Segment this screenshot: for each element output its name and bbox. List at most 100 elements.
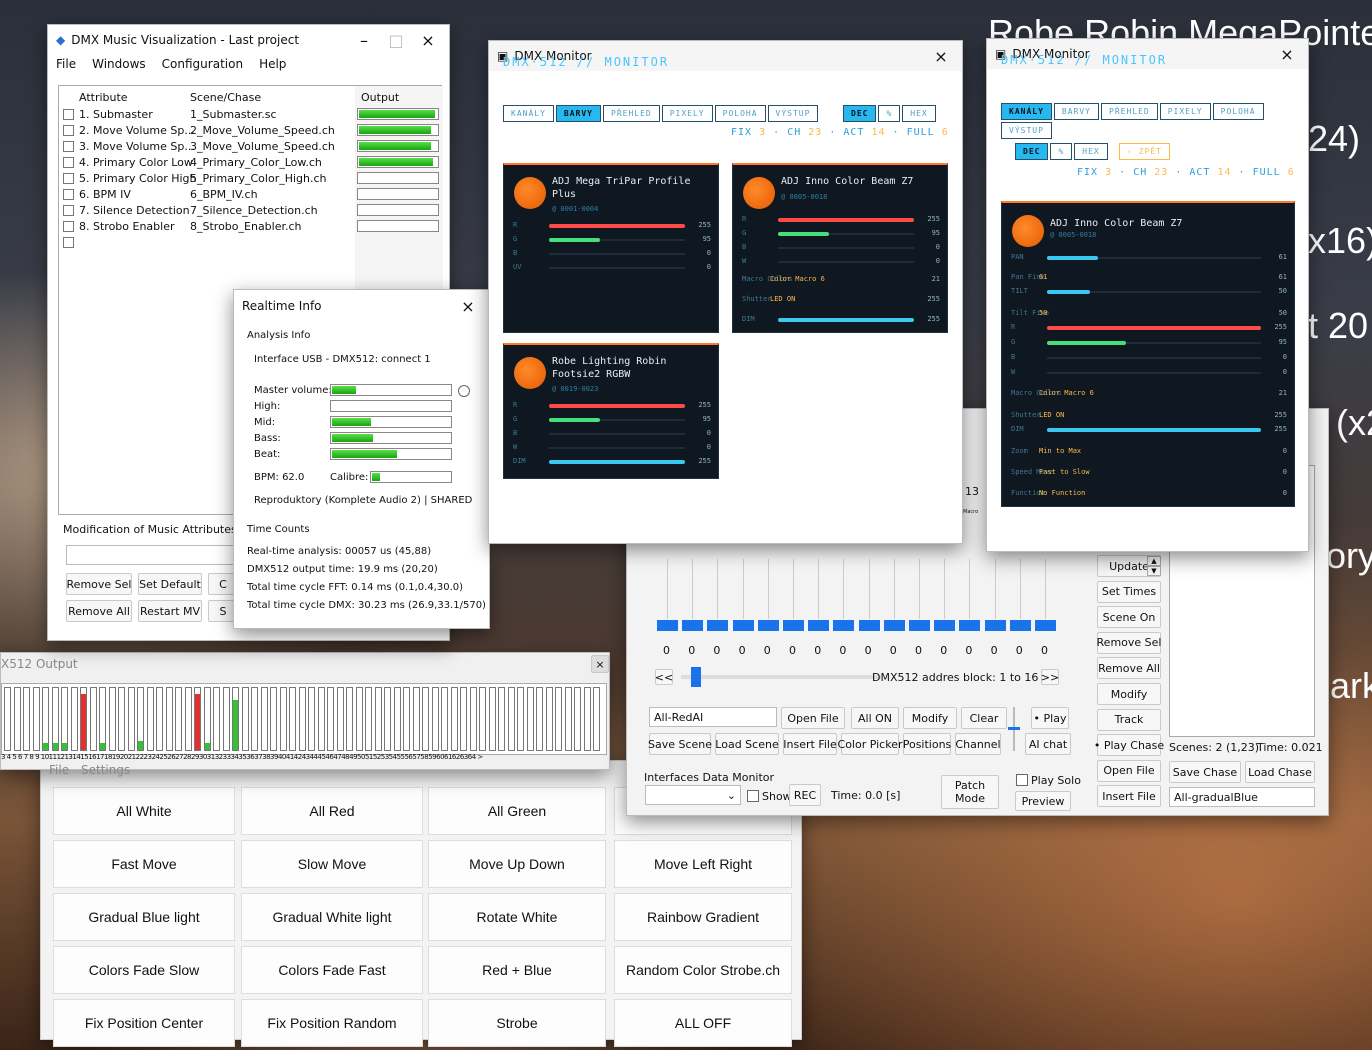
side-button[interactable]: Set Times: [1097, 580, 1161, 603]
maximize-icon[interactable]: □: [383, 31, 409, 50]
row-checkbox[interactable]: [63, 173, 74, 184]
mon1-tab[interactable]: BARVY: [555, 105, 601, 122]
format-tab[interactable]: HEX: [1074, 143, 1108, 160]
fader-thumb[interactable]: [909, 620, 930, 632]
format-tab[interactable]: DEC: [1015, 143, 1049, 160]
chase-name-field[interactable]: All-gradualBlue: [1169, 787, 1315, 807]
load-chase-button[interactable]: Load Chase: [1245, 761, 1315, 783]
fader-thumb[interactable]: [682, 620, 704, 632]
action-button[interactable]: Modify: [903, 707, 957, 729]
side-button[interactable]: Insert File: [1097, 785, 1161, 808]
action-button[interactable]: Save Scene: [648, 733, 712, 755]
address-slider-thumb[interactable]: [691, 667, 701, 687]
mon1-tab[interactable]: VÝSTUP: [767, 105, 819, 122]
side-button[interactable]: Remove All: [1097, 657, 1161, 680]
mon1-tab[interactable]: PŘEHLED: [603, 105, 660, 122]
fader-thumb[interactable]: [833, 620, 855, 632]
mon2-tab[interactable]: PIXELY: [1159, 103, 1211, 120]
menu-configuration[interactable]: Configuration: [162, 57, 243, 71]
show-checkbox[interactable]: [747, 790, 759, 802]
scene-toggle-button[interactable]: Random Color Strobe.ch: [614, 946, 792, 994]
master-slider[interactable]: [1008, 707, 1020, 751]
preview-button[interactable]: Preview: [1015, 791, 1071, 811]
scene-toggle-button[interactable]: Move Up Down: [428, 840, 606, 888]
fader-thumb[interactable]: [858, 620, 880, 632]
action-button[interactable]: Insert File: [783, 733, 837, 755]
menu-help[interactable]: Help: [259, 57, 286, 71]
mon2-tab[interactable]: VÝSTUP: [1001, 122, 1052, 139]
mon1-tab[interactable]: POLOHA: [714, 105, 766, 122]
dmx-output-menu-settings[interactable]: Settings: [81, 763, 130, 777]
scene-toggle-button[interactable]: Fix Position Center: [53, 999, 235, 1047]
row-checkbox[interactable]: [63, 109, 74, 120]
fader-thumb[interactable]: [1009, 620, 1031, 632]
address-slider[interactable]: [681, 667, 881, 687]
row-checkbox[interactable]: [63, 237, 74, 248]
side-button[interactable]: Remove Sel: [1097, 631, 1161, 654]
action-button[interactable]: All ON: [851, 707, 899, 729]
close-icon[interactable]: ×: [455, 297, 481, 316]
row-checkbox[interactable]: [63, 141, 74, 152]
scene-toggle-button[interactable]: Red + Blue: [428, 946, 606, 994]
row-checkbox[interactable]: [63, 221, 74, 232]
nav-left-button[interactable]: <<: [655, 669, 673, 685]
back-button[interactable]: ‹ ZPĚT: [1119, 143, 1170, 160]
restart-mv-button[interactable]: Restart MV: [138, 600, 202, 622]
scene-toggle-button[interactable]: All Red: [241, 787, 423, 835]
action-button[interactable]: Clear: [961, 707, 1007, 729]
iface-select[interactable]: ⌄: [645, 785, 741, 805]
scene-toggle-button[interactable]: ALL OFF: [614, 999, 792, 1047]
action-button[interactable]: • Play: [1031, 707, 1069, 729]
side-button[interactable]: Modify: [1097, 683, 1161, 705]
side-button[interactable]: • Play Chase: [1094, 734, 1164, 757]
fader-thumb[interactable]: [808, 620, 830, 632]
minimize-icon[interactable]: –: [351, 31, 377, 50]
mon2-tab[interactable]: KANÁLY: [1001, 103, 1052, 120]
format-tab[interactable]: %: [878, 105, 901, 122]
scene-toggle-button[interactable]: Rotate White: [428, 893, 606, 941]
patch-mode-button[interactable]: Patch Mode: [941, 775, 999, 809]
format-tab[interactable]: %: [1050, 143, 1073, 160]
close-icon[interactable]: ×: [415, 31, 441, 50]
fader-thumb[interactable]: [984, 620, 1006, 632]
scene-toggle-button[interactable]: Gradual White light: [241, 893, 423, 941]
scene-toggle-button[interactable]: Colors Fade Slow: [53, 946, 235, 994]
save-chase-button[interactable]: Save Chase: [1169, 761, 1241, 783]
menu-file[interactable]: File: [56, 57, 76, 71]
fader-thumb[interactable]: [732, 620, 754, 632]
spin-up-icon[interactable]: ▲: [1147, 556, 1161, 566]
action-button[interactable]: Open File: [781, 707, 845, 729]
fader-thumb[interactable]: [657, 620, 678, 632]
fader-thumb[interactable]: [783, 620, 804, 632]
action-button[interactable]: Positions: [903, 733, 951, 755]
mon2-tab[interactable]: BARVY: [1053, 103, 1099, 120]
row-checkbox[interactable]: [63, 157, 74, 168]
rec-button[interactable]: REC: [789, 784, 821, 806]
close-icon[interactable]: ×: [928, 47, 954, 66]
scene-toggle-button[interactable]: Strobe: [428, 999, 606, 1047]
format-tab[interactable]: HEX: [902, 105, 936, 122]
mon2-tab[interactable]: PŘEHLED: [1101, 103, 1158, 120]
side-button[interactable]: Track: [1097, 708, 1161, 731]
action-button[interactable]: Channel: [955, 733, 1001, 755]
side-button[interactable]: Scene On: [1097, 606, 1161, 629]
row-checkbox[interactable]: [63, 189, 74, 200]
action-button[interactable]: Color Picker: [838, 733, 903, 755]
dmx-output-close-button[interactable]: ×: [591, 655, 609, 673]
mon1-tab[interactable]: KANÁLY: [503, 105, 554, 122]
row-checkbox[interactable]: [63, 205, 74, 216]
spin-down-icon[interactable]: ▼: [1147, 566, 1161, 576]
fader-thumb[interactable]: [883, 620, 905, 632]
scene-toggle-button[interactable]: Slow Move: [241, 840, 423, 888]
scene-toggle-button[interactable]: Move Left Right: [614, 840, 792, 888]
mon1-tab[interactable]: PIXELY: [661, 105, 713, 122]
menu-windows[interactable]: Windows: [92, 57, 146, 71]
fader-thumb[interactable]: [934, 620, 956, 632]
scene-toggle-button[interactable]: Fast Move: [53, 840, 235, 888]
fader-thumb[interactable]: [707, 620, 729, 632]
close-icon[interactable]: ×: [1274, 45, 1300, 64]
nav-right-button[interactable]: >>: [1041, 669, 1059, 685]
remove-all-button[interactable]: Remove All: [66, 600, 132, 622]
play-solo-checkbox[interactable]: [1016, 774, 1028, 786]
side-button[interactable]: Open File: [1097, 759, 1161, 782]
